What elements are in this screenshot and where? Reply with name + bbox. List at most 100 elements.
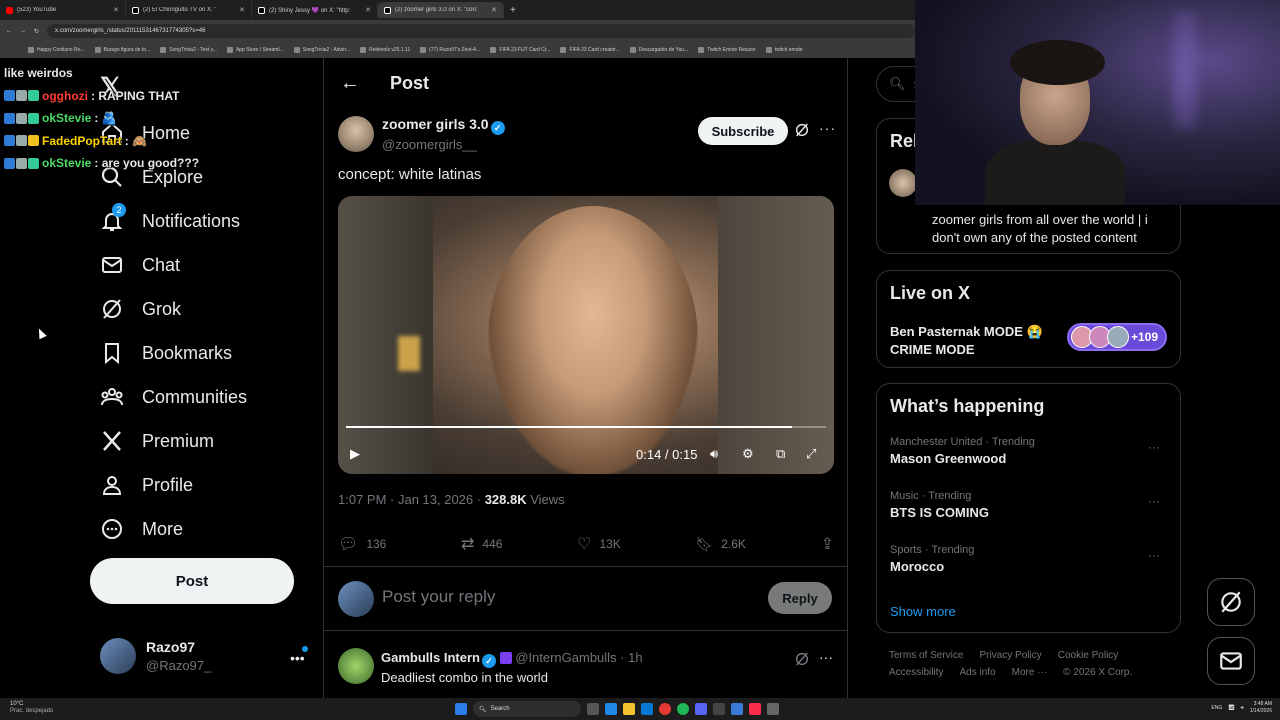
picture-in-picture-icon[interactable]: ⧉ (776, 446, 785, 462)
bookmark-item[interactable]: FIFA 23 FUT Card Cr... (490, 47, 550, 53)
bookmark-item[interactable]: twitch emote (765, 47, 803, 53)
trend-more-icon[interactable]: ··· (1148, 548, 1160, 562)
wifi-icon[interactable]: 📶︎ (1228, 705, 1234, 711)
sidebar-item-more[interactable]: More (100, 507, 247, 551)
spotify-icon[interactable] (677, 703, 689, 715)
sidebar-item-communities[interactable]: Communities (100, 375, 247, 419)
forward-icon[interactable]: → (20, 28, 26, 34)
start-icon[interactable] (455, 703, 467, 715)
trend-more-icon[interactable]: ··· (1148, 440, 1160, 454)
bookmark-item[interactable]: App Store / Streaml... (226, 47, 284, 53)
sidebar-item-profile[interactable]: Profile (100, 463, 247, 507)
file-explorer-icon[interactable] (623, 703, 635, 715)
author-handle[interactable]: @zoomergirls__ (382, 137, 505, 152)
sidebar-item-premium[interactable]: Premium (100, 419, 247, 463)
browser-tab[interactable]: (523) YouTube ✕ (0, 2, 126, 18)
bookmark-item[interactable]: FIFA 23 Card creator... (560, 47, 620, 53)
live-participants[interactable]: +109 (1067, 323, 1167, 351)
video-player[interactable]: ▶ 0:14 / 0:15 🔊︎ ⚙ ⧉ ⤢ (338, 196, 834, 474)
volume-icon[interactable]: 🔊︎ (1241, 705, 1244, 711)
sidebar-item-grok[interactable]: Grok (100, 287, 247, 331)
trend-item[interactable]: Music · Trending BTS IS COMING ··· (890, 490, 1170, 520)
repost-action[interactable]: ⇄ 446 (461, 534, 502, 554)
close-tab-icon[interactable]: ✕ (491, 6, 497, 14)
url-field[interactable]: x.com/zoomergirls_/status/20111531467317… (47, 24, 915, 38)
bookmark-item[interactable]: Twitch Emote Resizer (698, 47, 756, 53)
grok-float-button[interactable] (1207, 578, 1255, 626)
share-action[interactable]: ⇪ (821, 534, 834, 554)
reload-icon[interactable]: ↻ (34, 28, 39, 35)
messages-float-button[interactable] (1207, 637, 1255, 685)
reply-author-name[interactable]: Gambulls Intern (381, 650, 480, 665)
bookmark-item[interactable]: SongTrivia2 - Advin... (293, 47, 350, 53)
author-name[interactable]: zoomer girls 3.0 (382, 116, 489, 132)
reply-action[interactable]: 💬︎ 136 (338, 534, 386, 554)
video-progress-bar[interactable] (346, 426, 826, 428)
trend-item[interactable]: Manchester United · Trending Mason Greenw… (890, 436, 1170, 466)
music-icon[interactable] (749, 703, 761, 715)
obs-icon[interactable] (713, 703, 725, 715)
back-arrow-icon[interactable]: ← (340, 72, 360, 95)
play-icon[interactable]: ▶ (350, 446, 360, 462)
footer-link[interactable]: More ··· (1012, 667, 1048, 678)
fullscreen-icon[interactable]: ⤢ (806, 446, 816, 462)
reply-button[interactable]: Reply (768, 582, 832, 614)
grok-icon[interactable] (794, 122, 810, 138)
footer-link[interactable]: Terms of Service (889, 650, 963, 661)
trend-more-icon[interactable]: ··· (1148, 494, 1160, 508)
settings-gear-icon[interactable]: ⚙ (742, 446, 754, 462)
account-more-icon[interactable]: ••• (290, 650, 305, 666)
more-options-icon[interactable]: ··· (819, 649, 833, 665)
back-icon[interactable]: ← (6, 28, 12, 34)
reply-author-handle[interactable]: @InternGambulls · 1h (515, 650, 642, 665)
footer-link[interactable]: Ads info (959, 667, 995, 678)
browser-tab[interactable]: (2) El Chiringuito TV on X: " ✕ (126, 2, 252, 18)
avatar[interactable] (338, 648, 374, 684)
live-space[interactable]: Ben Pasternak MODE 😭 CRIME MODE (890, 323, 1043, 359)
subscribe-button[interactable]: Subscribe (698, 117, 788, 145)
task-view-icon[interactable] (587, 703, 599, 715)
avatar[interactable] (338, 116, 374, 152)
sidebar-item-notifications[interactable]: 2 Notifications (100, 199, 247, 243)
bookmark-item[interactable]: Reletools v25.1.11 (360, 47, 410, 53)
store-icon[interactable] (641, 703, 653, 715)
windows-taskbar: 10°C Prac. despejado 🔍︎ Search ENG 📶︎ 🔊︎ 3… (0, 698, 1280, 720)
new-tab-button[interactable]: + (504, 5, 522, 16)
steam-icon[interactable] (731, 703, 743, 715)
bookmark-item[interactable]: Burago figura de to... (94, 47, 150, 53)
volume-icon[interactable]: 🔊︎ (710, 446, 718, 462)
close-tab-icon[interactable]: ✕ (239, 6, 245, 14)
bookmark-item[interactable]: (77) Razo97's Zest-A... (420, 47, 480, 53)
clock[interactable]: 3:48 AM 1/14/2026 (1250, 701, 1272, 715)
bookmark-item[interactable]: SongTrivia2 - Test y... (160, 47, 217, 53)
language-indicator[interactable]: ENG (1211, 705, 1222, 711)
reply-input[interactable]: Post your reply (382, 587, 495, 607)
more-options-icon[interactable]: ··· (819, 120, 836, 136)
bookmark-item[interactable]: Happy Cristiano Ro... (28, 47, 85, 53)
footer-link[interactable]: Privacy Policy (979, 650, 1041, 661)
post-button[interactable]: Post (90, 558, 294, 604)
bookmark-action[interactable]: 🔖︎ 2.6K (695, 534, 745, 554)
sidebar-item-chat[interactable]: Chat (100, 243, 247, 287)
close-tab-icon[interactable]: ✕ (113, 6, 119, 14)
close-tab-icon[interactable]: ✕ (365, 6, 371, 14)
avatar[interactable] (889, 169, 917, 197)
post-author[interactable]: zoomer girls 3.0 ✓ @zoomergirls__ (338, 116, 505, 152)
trend-item[interactable]: Sports · Trending Morocco ··· (890, 544, 1170, 574)
weather-widget[interactable]: 10°C Prac. despejado (10, 701, 53, 715)
grok-icon[interactable] (794, 651, 810, 667)
chrome-icon[interactable] (659, 703, 671, 715)
app-icon[interactable] (767, 703, 779, 715)
discord-icon[interactable] (695, 703, 707, 715)
browser-tab-active[interactable]: (2) zoomer girls 3.0 on X: "con: ✕ (378, 2, 504, 18)
account-switcher[interactable]: Razo97 @Razo97_ (100, 638, 211, 674)
bookmark-item[interactable]: Descargador de You... (629, 47, 688, 53)
like-action[interactable]: ♡ 13K (577, 534, 621, 554)
footer-link[interactable]: Cookie Policy (1058, 650, 1119, 661)
sidebar-item-bookmarks[interactable]: Bookmarks (100, 331, 247, 375)
taskbar-search[interactable]: 🔍︎ Search (473, 701, 581, 717)
browser-tab[interactable]: (2) Shiny Jessy 💜 on X: "http: ✕ (252, 2, 378, 18)
show-more-link[interactable]: Show more (890, 604, 956, 619)
footer-link[interactable]: Accessibility (889, 667, 943, 678)
edge-icon[interactable] (605, 703, 617, 715)
